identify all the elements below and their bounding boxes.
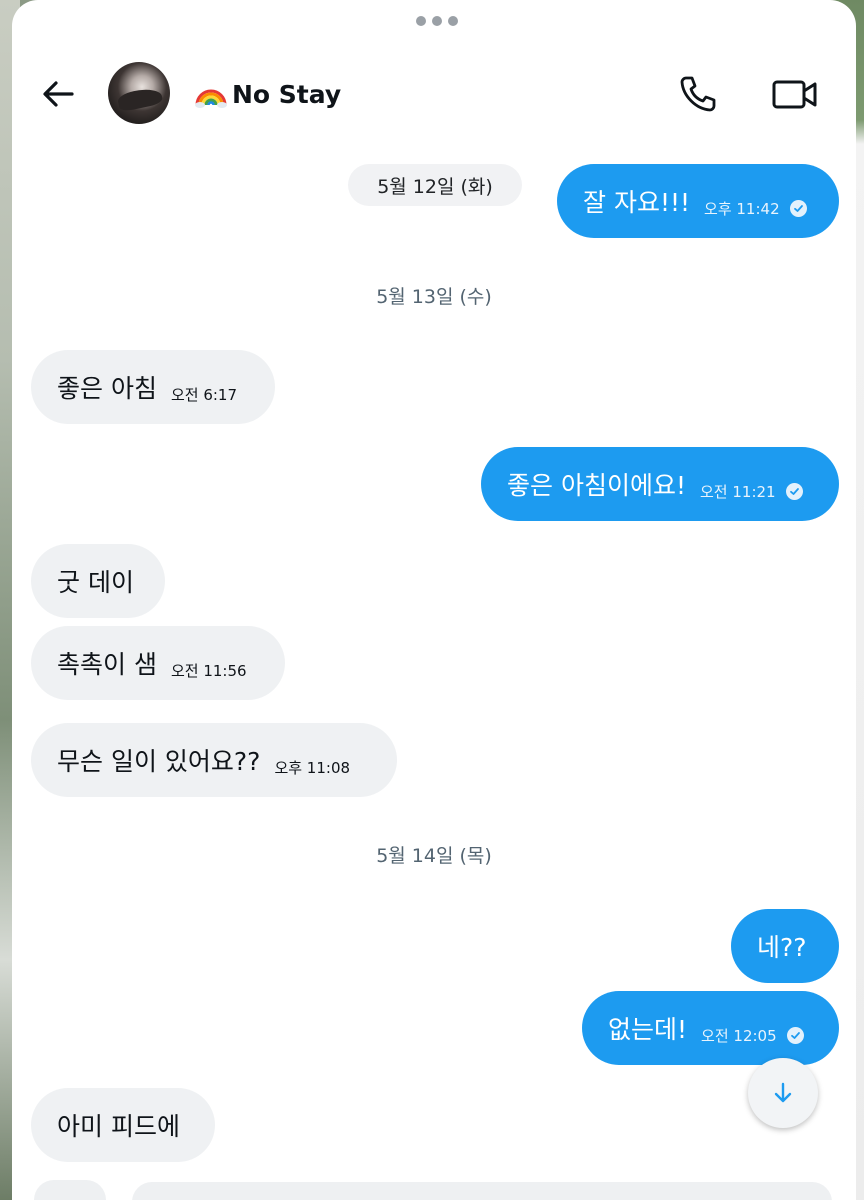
message-bubble-outgoing[interactable]: 좋은 아침이에요! 오전 11:21 [481, 447, 839, 521]
chat-panel: No Stay 5월 12일 (화) 잘 자요!!! 오후 11:42 5월 1… [12, 0, 856, 1200]
conversation-title[interactable]: No Stay [194, 74, 341, 114]
message-bubble-incoming[interactable]: 굿 데이 [31, 544, 165, 618]
arrow-left-icon [43, 81, 74, 107]
chat-header: No Stay [12, 56, 856, 132]
message-text: 굿 데이 [57, 568, 134, 597]
call-button[interactable] [676, 72, 720, 116]
message-bubble-outgoing[interactable]: 네?? [731, 909, 839, 983]
read-check-icon [786, 1026, 804, 1044]
sheet-grabber-icon[interactable] [416, 16, 458, 26]
message-time: 오후 11:08 [274, 758, 351, 777]
message-text: 네?? [757, 933, 807, 962]
message-time: 오후 11:42 [704, 199, 780, 218]
scroll-to-bottom-button[interactable] [748, 1058, 818, 1128]
composer-media-button[interactable] [34, 1180, 106, 1200]
message-text: 잘 자요!!! [583, 188, 691, 217]
arrow-down-icon [774, 1082, 792, 1103]
message-time: 오전 12:05 [701, 1026, 777, 1045]
date-divider: 5월 14일 (목) [376, 845, 492, 867]
message-text: 무슨 일이 있어요?? [57, 747, 261, 776]
message-bubble-incoming[interactable]: 촉촉이 샘 오전 11:56 [31, 626, 285, 700]
message-time: 오전 11:21 [699, 482, 776, 501]
message-bubble-incoming[interactable]: 무슨 일이 있어요?? 오후 11:08 [31, 723, 397, 797]
back-button[interactable] [38, 74, 78, 114]
date-divider: 5월 12일 (화) [348, 164, 522, 206]
video-camera-icon [772, 80, 817, 109]
message-bubble-incoming[interactable]: 좋은 아침 오전 6:17 [31, 350, 275, 424]
date-label: 5월 12일 (화) [377, 175, 493, 198]
read-check-icon [789, 199, 807, 217]
video-call-button[interactable] [770, 72, 820, 116]
read-check-icon [785, 482, 803, 500]
message-text: 아미 피드에 [57, 1112, 180, 1141]
message-time: 오전 11:56 [170, 661, 247, 680]
message-bubble-outgoing[interactable]: 없는데! 오전 12:05 [582, 991, 839, 1065]
message-text: 없는데! [608, 1015, 688, 1044]
message-text: 촉촉이 샘 [57, 650, 157, 679]
message-bubble-incoming[interactable]: 아미 피드에 [31, 1088, 215, 1162]
message-bubble-outgoing[interactable]: 잘 자요!!! 오후 11:42 [557, 164, 839, 238]
message-text: 좋은 아침 [57, 374, 157, 403]
message-input[interactable] [132, 1182, 832, 1200]
rainbow-icon [195, 89, 227, 108]
message-text: 좋은 아침이에요! [507, 471, 686, 500]
avatar[interactable] [108, 62, 170, 124]
conversation-name: No Stay [232, 79, 342, 109]
phone-icon [680, 76, 716, 112]
message-time: 오전 6:17 [170, 385, 238, 404]
date-divider: 5월 13일 (수) [376, 286, 492, 308]
